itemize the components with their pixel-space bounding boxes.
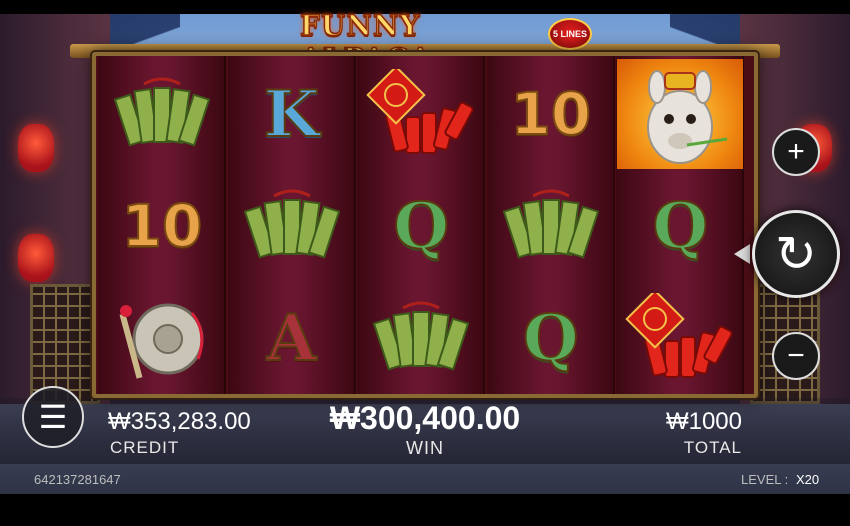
reel-symbol [98, 58, 226, 170]
a-symbol: A [266, 300, 318, 377]
level-value: X20 [796, 472, 820, 487]
reel-symbol [487, 170, 615, 282]
q-symbol: Q [392, 188, 450, 265]
alpaca-wild-icon [617, 59, 744, 169]
level-label: LEVEL : [741, 472, 789, 487]
bet-decrease-button[interactable]: − [772, 332, 820, 380]
hamburger-icon: ☰ [38, 398, 68, 436]
spin-pointer-icon [734, 244, 750, 264]
total-bet-label: TOTAL [683, 438, 742, 457]
firecracker-icon [366, 69, 474, 154]
spin-icon: ↻ [775, 225, 817, 283]
win-label: WIN [406, 438, 444, 458]
ten-symbol: 10 [121, 191, 204, 261]
session-id: 642137281647 [34, 472, 121, 487]
minus-icon: − [787, 339, 805, 372]
reel-symbol: K [228, 58, 356, 170]
reel-symbol: Q [357, 170, 485, 282]
fan-icon [502, 189, 599, 259]
fan-icon [243, 189, 340, 259]
menu-button[interactable]: ☰ [22, 386, 84, 448]
credit-value: ₩353,283.00 [108, 408, 251, 435]
reel-5: Q [616, 56, 745, 394]
reel-symbol: Q [616, 170, 744, 282]
k-symbol: K [263, 76, 321, 153]
credit-label: CREDIT [110, 438, 180, 457]
reel-symbol [616, 282, 744, 394]
reel-symbol: 10 [98, 170, 226, 282]
reel-symbol [616, 58, 744, 170]
spin-button[interactable]: ↻ [752, 210, 840, 298]
gong-icon [119, 303, 204, 379]
plus-icon: + [787, 135, 805, 168]
bottom-bar [0, 494, 850, 526]
fan-icon [114, 77, 210, 147]
reel-symbol [228, 170, 356, 282]
q-symbol: Q [652, 188, 710, 265]
lantern-icon [18, 124, 54, 172]
reel-2: K A [227, 56, 356, 394]
win-value: ₩300,400.00 [329, 400, 521, 436]
reel-3: Q [357, 56, 486, 394]
total-bet-value: ₩1000 [665, 408, 742, 435]
reel-symbol [357, 282, 485, 394]
ten-symbol: 10 [509, 79, 592, 149]
bet-increase-button[interactable]: + [772, 128, 820, 176]
lines-badge: 5 LINES [548, 18, 592, 50]
reel-symbol [357, 58, 485, 170]
reel-symbol: 10 [487, 58, 615, 170]
reels-frame: 10 K A Q 10 Q Q [92, 52, 758, 398]
q-symbol: Q [522, 300, 580, 377]
fan-icon [373, 301, 470, 371]
reel-symbol [98, 282, 226, 394]
lantern-icon [18, 234, 54, 282]
reel-4: 10 Q [486, 56, 615, 394]
lattice-window [30, 284, 100, 404]
reel-1: 10 [98, 56, 226, 394]
reel-symbol: A [228, 282, 356, 394]
firecracker-icon [625, 293, 733, 378]
reel-symbol: Q [487, 282, 615, 394]
